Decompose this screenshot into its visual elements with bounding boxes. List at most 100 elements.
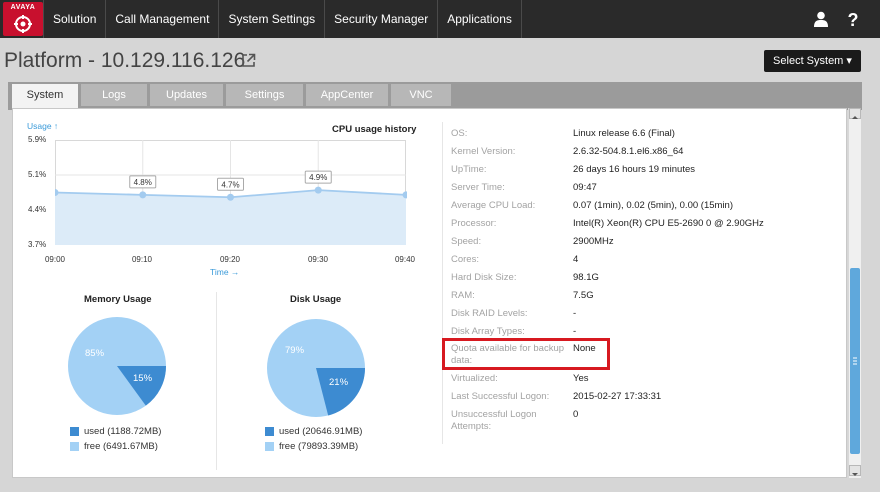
- data-point: [139, 191, 147, 199]
- disk-used-percent: 21%: [329, 377, 349, 388]
- info-value-failed-logon: 0: [573, 409, 579, 420]
- info-value-virtualized: Yes: [573, 373, 589, 384]
- user-icon[interactable]: [814, 11, 828, 27]
- tab-vnc[interactable]: VNC: [391, 84, 451, 106]
- legend-swatch: [265, 442, 274, 451]
- avaya-logo[interactable]: AVAYA: [3, 2, 43, 36]
- disk-usage-title: Disk Usage: [290, 294, 342, 305]
- pie-divider: [216, 292, 217, 470]
- cpu-x-axis-label: Time →: [210, 267, 240, 277]
- top-icons: ?: [814, 0, 860, 38]
- info-key-cores: Cores:: [451, 254, 479, 265]
- grip-icon: [853, 357, 857, 365]
- cpu-y-tick: 3.7%: [28, 240, 47, 249]
- info-key-cpu-load: Average CPU Load:: [451, 200, 536, 211]
- info-key-ram: RAM:: [451, 290, 475, 301]
- scroll-up-button[interactable]: [849, 108, 861, 119]
- tab-appcenter[interactable]: AppCenter: [306, 84, 388, 106]
- nav-solution[interactable]: Solution: [43, 0, 105, 38]
- info-key-failed-logon: Unsuccessful Logon: [451, 409, 537, 420]
- tab-settings[interactable]: Settings: [226, 84, 303, 106]
- info-value-array-types: -: [573, 326, 577, 337]
- legend-label: free (6491.67MB): [84, 441, 158, 452]
- info-divider: [442, 122, 443, 444]
- info-value-disk-size: 98.1G: [573, 272, 599, 283]
- cpu-y-tick: 5.1%: [28, 170, 47, 179]
- data-label: 4.8%: [129, 175, 157, 189]
- info-key-array-types: Disk Array Types:: [451, 326, 525, 337]
- legend-label: used (1188.72MB): [84, 426, 162, 437]
- select-system-button[interactable]: Select System ▾: [764, 50, 861, 72]
- cpu-usage-chart: 4.8% 4.7% 4.9%: [55, 140, 407, 245]
- svg-text:4.9%: 4.9%: [309, 173, 327, 182]
- info-value-server-time: 09:47: [573, 182, 597, 193]
- disk-usage-pie: [267, 319, 365, 417]
- info-value-ram: 7.5G: [573, 290, 594, 301]
- info-value-last-logon: 2015-02-27 17:33:31: [573, 391, 662, 402]
- nav-applications[interactable]: Applications: [437, 0, 522, 38]
- nav-security-manager[interactable]: Security Manager: [324, 0, 437, 38]
- scroll-down-button[interactable]: [849, 465, 861, 476]
- legend-swatch: [70, 442, 79, 451]
- logo-graphic-icon: [14, 15, 32, 33]
- info-value-speed: 2900MHz: [573, 236, 614, 247]
- legend-label: free (79893.39MB): [279, 441, 359, 452]
- cpu-chart-title: CPU usage history: [332, 124, 417, 135]
- legend-swatch: [70, 427, 79, 436]
- highlight-annotation-box: [442, 338, 610, 370]
- info-value-cpu-load: 0.07 (1min), 0.02 (5min), 0.00 (15min): [573, 200, 733, 211]
- memory-usage-title: Memory Usage: [84, 294, 152, 305]
- help-icon[interactable]: ?: [846, 10, 860, 28]
- nav-system-settings[interactable]: System Settings: [218, 0, 324, 38]
- data-label: 4.7%: [217, 177, 244, 191]
- info-key-server-time: Server Time:: [451, 182, 505, 193]
- info-key-failed-logon-line2: Attempts:: [451, 421, 492, 432]
- data-point: [314, 186, 322, 194]
- top-nav-bar: AVAYA Solution Call Management System Se…: [0, 0, 880, 38]
- info-key-virtualized: Virtualized:: [451, 373, 498, 384]
- memory-usage-pie: [68, 317, 166, 415]
- cpu-x-tick: 09:10: [131, 255, 153, 264]
- legend-swatch: [265, 427, 274, 436]
- nav-call-management[interactable]: Call Management: [105, 0, 218, 38]
- info-key-os: OS:: [451, 128, 468, 139]
- tab-logs[interactable]: Logs: [81, 84, 147, 106]
- scroll-thumb[interactable]: [850, 268, 860, 454]
- disk-legend-used: used (20646.91MB): [265, 426, 362, 437]
- cpu-x-tick: 09:00: [44, 255, 66, 264]
- logo-text: AVAYA: [10, 4, 36, 11]
- main-nav: Solution Call Management System Settings…: [43, 0, 522, 38]
- cpu-y-tick: 4.4%: [28, 205, 47, 214]
- cpu-x-tick: 09:30: [307, 255, 329, 264]
- memory-legend-free: free (6491.67MB): [70, 441, 158, 452]
- disk-free-percent: 79%: [285, 345, 305, 356]
- svg-text:4.7%: 4.7%: [221, 180, 239, 189]
- svg-text:?: ?: [848, 10, 859, 28]
- info-value-cores: 4: [573, 254, 579, 265]
- disk-legend-free: free (79893.39MB): [265, 441, 358, 452]
- info-value-processor: Intel(R) Xeon(R) CPU E5-2690 0 @ 2.90GHz: [573, 218, 764, 229]
- info-value-kernel: 2.6.32-504.8.1.el6.x86_64: [573, 146, 684, 157]
- memory-free-percent: 85%: [85, 348, 105, 359]
- memory-legend-used: used (1188.72MB): [70, 426, 161, 437]
- tab-updates[interactable]: Updates: [150, 84, 223, 106]
- cpu-x-tick: 09:40: [394, 255, 416, 264]
- data-point: [227, 193, 234, 201]
- legend-label: used (20646.91MB): [279, 426, 363, 437]
- external-link-icon[interactable]: [241, 53, 256, 68]
- tab-system[interactable]: System: [12, 84, 78, 110]
- info-key-uptime: UpTime:: [451, 164, 487, 175]
- info-key-disk-size: Hard Disk Size:: [451, 272, 517, 283]
- panel-scrollbar[interactable]: [848, 108, 861, 478]
- info-key-last-logon: Last Successful Logon:: [451, 391, 550, 402]
- info-key-kernel: Kernel Version:: [451, 146, 516, 157]
- arrow-up-icon: [852, 116, 858, 119]
- info-value-raid-levels: -: [573, 308, 577, 319]
- page-title: Platform - 10.129.116.126: [4, 49, 246, 72]
- data-label: 4.9%: [304, 170, 332, 184]
- info-value-os: Linux release 6.6 (Final): [573, 128, 675, 139]
- memory-used-percent: 15%: [133, 373, 153, 384]
- cpu-y-axis-label: Usage ↑: [27, 121, 59, 131]
- svg-text:4.8%: 4.8%: [134, 178, 152, 187]
- info-key-raid-levels: Disk RAID Levels:: [451, 308, 528, 319]
